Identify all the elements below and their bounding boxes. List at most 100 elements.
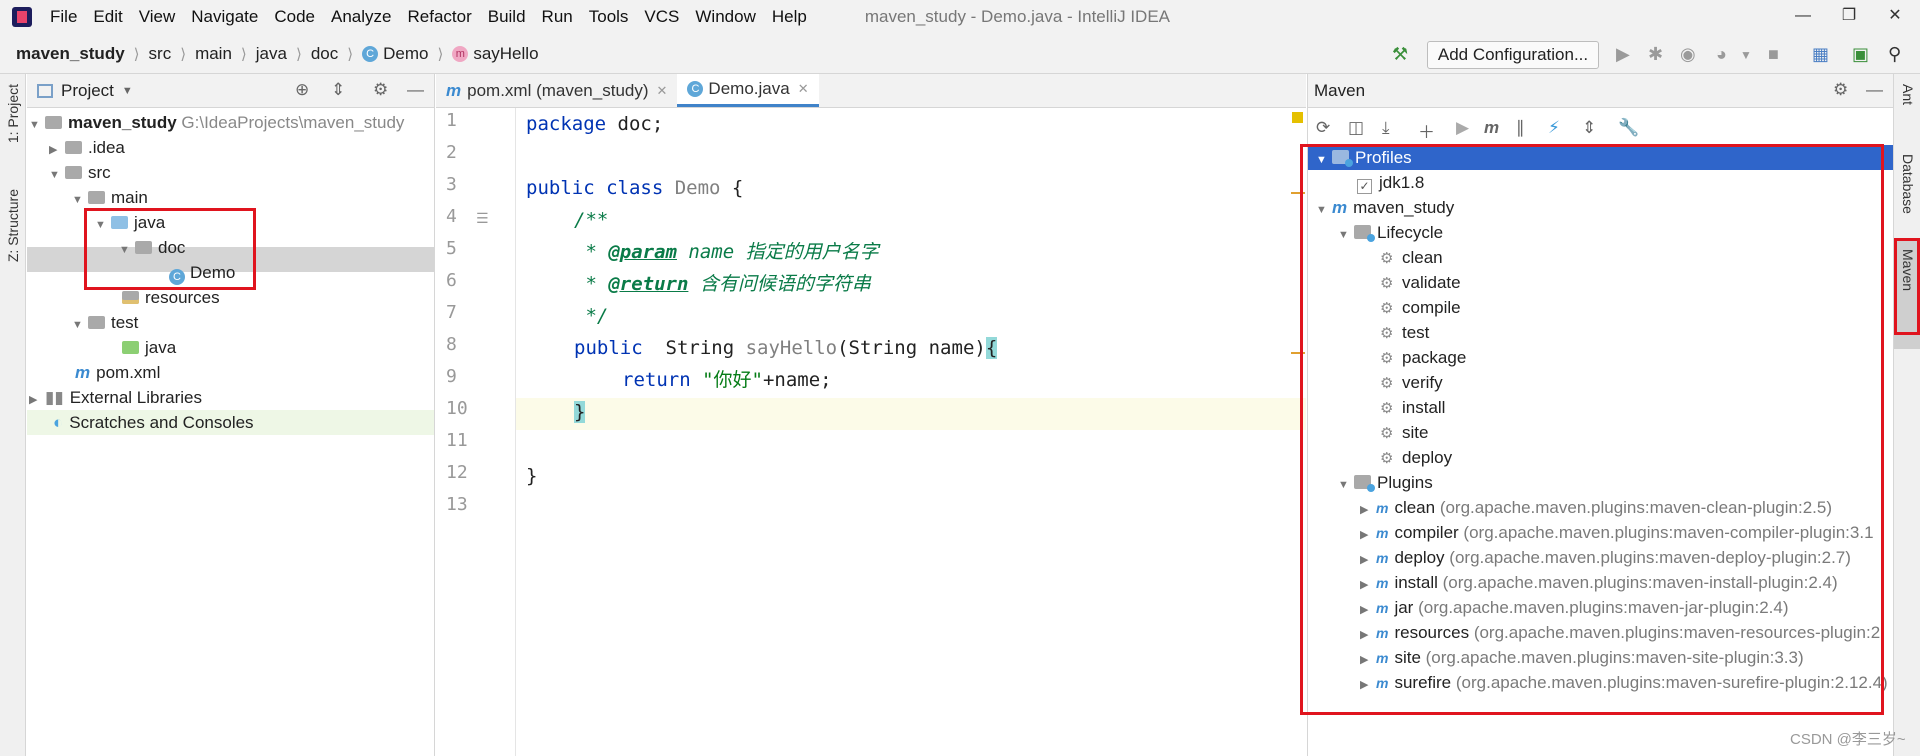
code-line-5[interactable]: * @param name 指定的用户名字 (574, 236, 878, 268)
close-tab-icon[interactable]: ✕ (798, 81, 809, 97)
locate-icon[interactable]: ⊕ (295, 80, 309, 100)
project-structure-icon[interactable]: ▦ (1812, 44, 1829, 65)
code-line-1[interactable]: package doc; (526, 108, 663, 140)
tree-item-main[interactable]: ▼ main (72, 185, 148, 210)
warning-marker-icon[interactable] (1292, 112, 1303, 123)
lifecycle-install[interactable]: ⚙ install (1380, 395, 1445, 420)
menu-code[interactable]: Code (266, 7, 323, 27)
menu-vcs[interactable]: VCS (636, 7, 687, 27)
tree-item-profiles[interactable]: ▼ Profiles (1316, 145, 1412, 170)
profile-icon[interactable]: ◕ (1716, 44, 1727, 65)
expand-arrow-icon[interactable]: ▼ (49, 163, 65, 188)
profile-jdk[interactable]: ✓ jdk1.8 (1357, 170, 1424, 195)
close-icon[interactable]: ✕ (1872, 0, 1918, 34)
wrench-icon[interactable]: 🔧 (1618, 118, 1639, 138)
toggle-offline-icon[interactable]: ∥ (1516, 118, 1525, 138)
run-anything-icon[interactable]: ▣ (1852, 44, 1869, 65)
expand-arrow-icon[interactable]: ▼ (29, 113, 45, 138)
code-line-4[interactable]: /** (574, 204, 608, 236)
lifecycle-verify[interactable]: ⚙ verify (1380, 370, 1443, 395)
checkbox-checked-icon[interactable]: ✓ (1357, 179, 1372, 194)
tree-item-maven-study[interactable]: ▼ m maven_study (1316, 195, 1454, 220)
menu-refactor[interactable]: Refactor (399, 7, 479, 27)
expand-arrow-icon[interactable]: ▼ (1338, 473, 1354, 498)
plugin-clean[interactable]: ▶ m clean (org.apache.maven.plugins:maven-… (1360, 495, 1832, 520)
collapsed-arrow-icon[interactable]: ▶ (29, 388, 45, 413)
breadcrumb-src[interactable]: src (149, 44, 172, 64)
restore-icon[interactable]: ❐ (1826, 0, 1872, 34)
code-line-7[interactable]: */ (574, 300, 608, 332)
menu-analyze[interactable]: Analyze (323, 7, 399, 27)
tree-item-idea[interactable]: ▶ .idea (49, 135, 125, 160)
lifecycle-deploy[interactable]: ⚙ deploy (1380, 445, 1452, 470)
run-icon[interactable]: ▶ (1616, 44, 1630, 65)
breadcrumb-sayhello[interactable]: sayHello (473, 44, 538, 64)
generate-sources-icon[interactable]: ◫ (1348, 118, 1364, 138)
code-line-6[interactable]: * @return 含有问候语的字符串 (574, 268, 870, 300)
error-stripe-marker[interactable] (1291, 192, 1305, 194)
skip-tests-icon[interactable]: ⚡ (1548, 118, 1560, 138)
project-panel-title[interactable]: Project (61, 81, 114, 101)
code-line-10[interactable]: } (574, 396, 586, 428)
lifecycle-test[interactable]: ⚙ test (1380, 320, 1429, 345)
breadcrumb-project[interactable]: maven_study (16, 44, 125, 64)
maven-tool-tab[interactable]: Maven (1900, 249, 1916, 291)
gear-icon[interactable]: ⚙ (373, 80, 388, 100)
tree-item-plugins[interactable]: ▼ Plugins (1338, 470, 1433, 495)
tree-item-lifecycle[interactable]: ▼ Lifecycle (1338, 220, 1443, 245)
lifecycle-clean[interactable]: ⚙ clean (1380, 245, 1443, 270)
tree-item-pom[interactable]: m pom.xml (75, 360, 160, 385)
tree-item-test-java[interactable]: java (122, 335, 176, 360)
tree-item-src[interactable]: ▼ src (49, 160, 111, 185)
tree-item-scratches[interactable]: ◐ Scratches and Consoles (53, 410, 254, 435)
hide-icon[interactable]: — (407, 80, 424, 100)
expand-arrow-icon[interactable]: ▼ (1338, 223, 1354, 248)
expand-arrow-icon[interactable]: ▼ (72, 188, 88, 213)
breadcrumb-doc[interactable]: doc (311, 44, 338, 64)
execute-goal-icon[interactable]: m (1484, 118, 1499, 138)
coverage-icon[interactable]: ◉ (1680, 44, 1696, 65)
chevron-down-icon[interactable]: ▼ (122, 85, 133, 97)
tab-pom-xml[interactable]: m pom.xml (maven_study) ✕ (436, 74, 677, 107)
menu-navigate[interactable]: Navigate (183, 7, 266, 27)
collapsed-arrow-icon[interactable]: ▶ (1360, 673, 1376, 695)
structure-tool-tab[interactable]: Z: Structure (5, 189, 21, 262)
chevron-down-icon[interactable]: ▼ (1740, 48, 1752, 62)
tree-item-test[interactable]: ▼ test (72, 310, 138, 335)
download-icon[interactable]: ⤓ (1382, 118, 1390, 138)
tree-item-doc[interactable]: ▼ doc (119, 235, 185, 260)
doc-render-icon[interactable]: ☰ (476, 210, 489, 227)
expand-arrow-icon[interactable]: ▼ (95, 213, 111, 238)
tree-item-external-libraries[interactable]: ▶ ▮▮ External Libraries (29, 385, 202, 410)
reload-icon[interactable]: ⟳ (1316, 118, 1330, 138)
plugin-compiler[interactable]: ▶ m compiler (org.apache.maven.plugins:mav… (1360, 520, 1874, 545)
lifecycle-package[interactable]: ⚙ package (1380, 345, 1466, 370)
add-icon[interactable]: ＋ (1418, 118, 1435, 143)
collapse-all-icon[interactable]: ⇕ (1582, 118, 1596, 138)
database-tool-tab[interactable]: Database (1900, 154, 1916, 214)
tree-item-java[interactable]: ▼ java (95, 210, 165, 235)
menu-run[interactable]: Run (534, 7, 581, 27)
menu-file[interactable]: File (42, 7, 85, 27)
collapse-all-icon[interactable]: ⇕ (331, 80, 345, 100)
debug-icon[interactable]: ✱ (1648, 44, 1663, 65)
breadcrumb-java[interactable]: java (256, 44, 287, 64)
plugin-resources[interactable]: ▶ m resources (org.apache.maven.plugins:ma… (1360, 620, 1885, 645)
stop-icon[interactable]: ■ (1768, 44, 1779, 65)
lifecycle-validate[interactable]: ⚙ validate (1380, 270, 1461, 295)
menu-edit[interactable]: Edit (85, 7, 130, 27)
expand-arrow-icon[interactable]: ▼ (1316, 198, 1332, 223)
error-stripe-marker[interactable] (1291, 352, 1305, 354)
hide-icon[interactable]: — (1866, 80, 1883, 100)
minimize-icon[interactable]: — (1780, 0, 1826, 34)
gear-icon[interactable]: ⚙ (1833, 80, 1848, 100)
expand-arrow-icon[interactable]: ▼ (119, 238, 135, 263)
expand-arrow-icon[interactable]: ▼ (1316, 148, 1332, 173)
close-tab-icon[interactable]: ✕ (657, 83, 668, 99)
search-icon[interactable]: ⚲ (1888, 44, 1901, 65)
menu-window[interactable]: Window (687, 7, 763, 27)
expand-arrow-icon[interactable]: ▼ (72, 313, 88, 338)
add-configuration-button[interactable]: Add Configuration... (1427, 41, 1599, 69)
menu-build[interactable]: Build (480, 7, 534, 27)
lifecycle-site[interactable]: ⚙ site (1380, 420, 1428, 445)
